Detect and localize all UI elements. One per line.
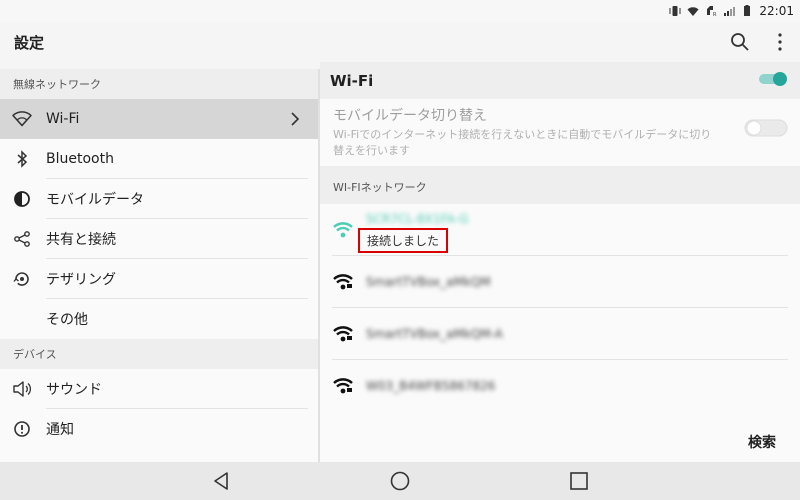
wifi-toggle[interactable] bbox=[758, 71, 788, 87]
wifi-signal-icon bbox=[333, 222, 353, 238]
wifi-network-header: WI-FIネットワーク bbox=[320, 166, 800, 204]
recents-icon[interactable] bbox=[567, 469, 591, 493]
sidebar-item-label: モバイルデータ bbox=[46, 192, 144, 208]
sidebar-item-sound[interactable]: サウンド bbox=[0, 369, 318, 409]
mobile-data-icon bbox=[12, 189, 32, 209]
section-header-device: デバイス bbox=[0, 339, 318, 369]
sidebar-item-notification[interactable]: 通知 bbox=[0, 409, 318, 449]
sidebar-item-label: Wi-Fi bbox=[46, 111, 80, 127]
wifi-icon bbox=[12, 109, 32, 129]
svg-text:R: R bbox=[713, 12, 717, 17]
section-header-wireless: 無線ネットワーク bbox=[0, 69, 318, 99]
mobile-switch-toggle[interactable] bbox=[744, 119, 788, 137]
chevron-right-icon bbox=[291, 112, 300, 126]
app-bar: 設定 bbox=[0, 22, 800, 62]
connection-status: 接続しました bbox=[358, 228, 449, 253]
wifi-network-item[interactable]: SmartTVBox_aMkQM-A bbox=[320, 308, 800, 360]
network-icon: R bbox=[707, 6, 717, 17]
back-icon[interactable] bbox=[209, 469, 233, 493]
network-name: W03_B4WFB5867826 bbox=[366, 379, 496, 393]
mobile-switch-description: Wi-Fiでのインターネット接続を行えないときに自動でモバイルデータに切り替えを… bbox=[333, 128, 712, 157]
sidebar-item-tethering[interactable]: テザリング bbox=[0, 259, 318, 299]
page-title: 設定 bbox=[14, 33, 45, 52]
bluetooth-icon bbox=[12, 149, 32, 169]
more-vert-icon[interactable] bbox=[772, 30, 788, 54]
status-time: 22:01 bbox=[759, 4, 794, 18]
signal-icon bbox=[724, 7, 736, 16]
network-name: SCR7CL-8X1FA-G bbox=[366, 212, 469, 226]
sidebar-item-label: テザリング bbox=[46, 272, 116, 288]
wifi-network-item[interactable]: SmartTVBox_aMkQM bbox=[320, 256, 800, 308]
sidebar-item-share-connect[interactable]: 共有と接続 bbox=[0, 219, 318, 259]
status-bar: R 22:01 bbox=[0, 0, 800, 22]
search-icon[interactable] bbox=[728, 30, 752, 54]
navigation-bar bbox=[0, 462, 800, 500]
wifi-network-item[interactable]: W03_B4WFB5867826 bbox=[320, 360, 800, 412]
sidebar-item-label: 通知 bbox=[46, 422, 74, 438]
wifi-signal-icon bbox=[333, 274, 353, 290]
wifi-header: Wi-Fi bbox=[320, 62, 800, 99]
wifi-signal-icon bbox=[333, 378, 353, 394]
home-icon[interactable] bbox=[388, 469, 412, 493]
tethering-icon bbox=[12, 269, 32, 289]
mobile-switch-title: モバイルデータ切り替え bbox=[333, 108, 487, 124]
notification-icon bbox=[12, 419, 32, 439]
vibrate-icon bbox=[669, 6, 681, 16]
sidebar-item-wifi[interactable]: Wi-Fi bbox=[0, 99, 318, 139]
scan-button[interactable]: 検索 bbox=[748, 432, 776, 452]
sidebar-item-mobile-data[interactable]: モバイルデータ bbox=[0, 179, 318, 219]
wifi-icon bbox=[687, 7, 699, 16]
sidebar-item-label: サウンド bbox=[46, 382, 102, 398]
battery-icon bbox=[744, 5, 751, 16]
settings-sidebar: 無線ネットワーク Wi-Fi Bluetooth モバイルデータ 共有と接続 テ… bbox=[0, 69, 320, 462]
mobile-data-switch-setting[interactable]: モバイルデータ切り替え Wi-Fiでのインターネット接続を行えないときに自動でモ… bbox=[320, 99, 800, 157]
sidebar-item-other[interactable]: その他 bbox=[0, 299, 318, 339]
network-name: SmartTVBox_aMkQM bbox=[366, 275, 491, 289]
sidebar-item-label: 共有と接続 bbox=[46, 232, 116, 248]
wifi-title: Wi-Fi bbox=[330, 71, 374, 90]
share-icon bbox=[12, 229, 32, 249]
sidebar-item-label: その他 bbox=[46, 312, 88, 328]
wifi-signal-icon bbox=[333, 326, 353, 342]
network-name: SmartTVBox_aMkQM-A bbox=[366, 327, 503, 341]
sidebar-item-bluetooth[interactable]: Bluetooth bbox=[0, 139, 318, 179]
wifi-detail-panel: Wi-Fi モバイルデータ切り替え Wi-Fiでのインターネット接続を行えないと… bbox=[320, 62, 800, 462]
sound-icon bbox=[12, 379, 32, 399]
wifi-network-item[interactable]: SCR7CL-8X1FA-G 接続しました bbox=[320, 204, 800, 256]
sidebar-item-label: Bluetooth bbox=[46, 151, 114, 167]
